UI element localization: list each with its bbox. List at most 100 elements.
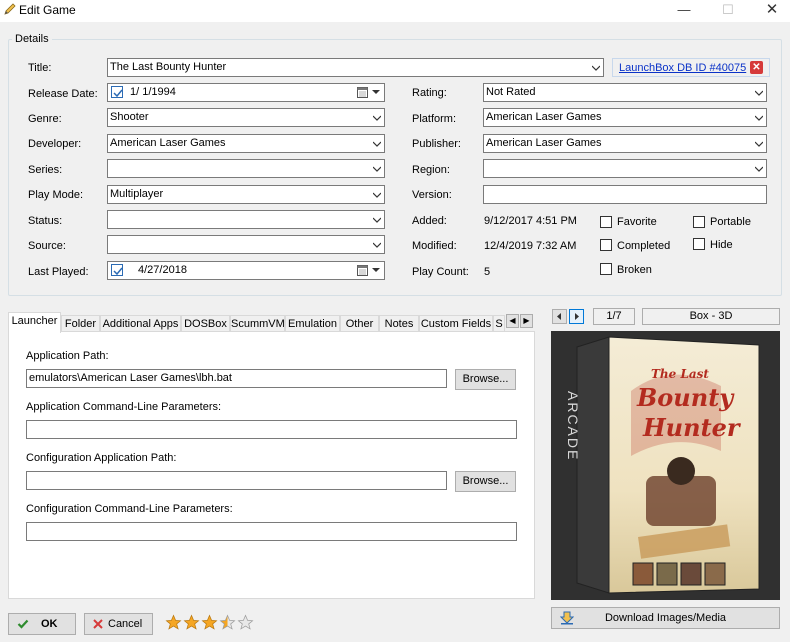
genre-combo[interactable]: Shooter: [107, 108, 385, 127]
prev-image-button[interactable]: [552, 309, 567, 324]
box-art-image: ARCADE The Last Bounty Hunter: [551, 331, 780, 600]
tab-dosbox[interactable]: DOSBox: [181, 315, 230, 332]
arrow-right-icon: [575, 313, 579, 320]
genre-value: Shooter: [110, 111, 149, 123]
region-combo[interactable]: [483, 159, 767, 178]
minimize-button[interactable]: —: [662, 0, 706, 22]
ok-button[interactable]: OK: [8, 613, 76, 635]
release-date-value: 1/ 1/1994: [130, 86, 176, 98]
platform-combo[interactable]: American Laser Games: [483, 108, 767, 127]
play-mode-combo[interactable]: Multiplayer: [107, 185, 385, 204]
rating-label: Rating:: [412, 87, 447, 99]
tab-custom-fields[interactable]: Custom Fields: [419, 315, 493, 332]
tab-emulation[interactable]: Emulation: [285, 315, 340, 332]
rating-value: Not Rated: [486, 86, 536, 98]
next-image-button[interactable]: [569, 309, 584, 324]
edit-pencil-icon: [4, 3, 16, 15]
rating-combo[interactable]: Not Rated: [483, 83, 767, 102]
tab-scroll-left-icon[interactable]: ◀: [506, 314, 519, 328]
app-path-browse-button[interactable]: Browse...: [455, 369, 516, 390]
checkmark-icon: [17, 619, 29, 629]
details-group-label: Details: [12, 33, 52, 45]
broken-checkbox[interactable]: [600, 263, 612, 275]
play-count-label: Play Count:: [412, 266, 469, 278]
title-value: The Last Bounty Hunter: [110, 61, 227, 73]
maximize-button[interactable]: ☐: [706, 0, 750, 22]
star-half-icon[interactable]: [219, 614, 236, 631]
tab-additional-apps[interactable]: Additional Apps: [100, 315, 181, 332]
last-played-value: 4/27/2018: [138, 264, 187, 276]
series-combo[interactable]: [107, 159, 385, 178]
play-mode-label: Play Mode:: [28, 189, 84, 201]
portable-checkbox[interactable]: [693, 216, 705, 228]
added-value: 9/12/2017 4:51 PM: [484, 215, 577, 227]
dropdown-arrow-icon: [372, 90, 380, 94]
developer-combo[interactable]: American Laser Games: [107, 134, 385, 153]
version-input[interactable]: [483, 185, 767, 204]
config-cmdline-input[interactable]: [26, 522, 517, 541]
title-bar: Edit Game — ☐ ✕: [0, 0, 790, 22]
publisher-combo[interactable]: American Laser Games: [483, 134, 767, 153]
star-empty-icon[interactable]: [237, 614, 254, 631]
source-combo[interactable]: [107, 235, 385, 254]
favorite-label: Favorite: [617, 216, 657, 228]
tab-notes[interactable]: Notes: [379, 315, 419, 332]
modified-value: 12/4/2019 7:32 AM: [484, 240, 577, 252]
app-path-label: Application Path:: [26, 350, 109, 362]
version-label: Version:: [412, 189, 452, 201]
chevron-down-icon: [755, 115, 763, 121]
close-button[interactable]: ✕: [750, 0, 790, 22]
box-spine-text: ARCADE: [565, 391, 581, 462]
modified-label: Modified:: [412, 240, 457, 252]
chevron-down-icon: [373, 166, 381, 172]
star-full-icon[interactable]: [183, 614, 200, 631]
play-mode-value: Multiplayer: [110, 188, 164, 200]
release-date-checkbox[interactable]: [111, 86, 123, 98]
download-icon: [560, 611, 574, 625]
tab-overflow[interactable]: S: [493, 315, 505, 332]
cmdline-input[interactable]: [26, 420, 517, 439]
last-played-checkbox[interactable]: [111, 264, 123, 276]
last-played-picker[interactable]: 4/27/2018: [107, 261, 385, 280]
config-cmdline-label: Configuration Command-Line Parameters:: [26, 503, 233, 515]
hide-checkbox[interactable]: [693, 238, 705, 250]
app-path-input[interactable]: emulators\American Laser Games\lbh.bat: [26, 369, 447, 388]
image-type-selector[interactable]: Box - 3D: [642, 308, 780, 325]
added-label: Added:: [412, 215, 447, 227]
star-full-icon[interactable]: [165, 614, 182, 631]
status-label: Status:: [28, 215, 63, 227]
platform-value: American Laser Games: [486, 111, 602, 123]
ok-label: OK: [41, 618, 58, 630]
calendar-icon: [357, 87, 368, 98]
cancel-button[interactable]: Cancel: [84, 613, 153, 635]
chevron-down-icon: [373, 141, 381, 147]
last-played-label: Last Played:: [28, 266, 89, 278]
cancel-x-icon: [93, 619, 103, 629]
config-path-label: Configuration Application Path:: [26, 452, 177, 464]
config-path-input[interactable]: [26, 471, 447, 490]
favorite-checkbox[interactable]: [600, 216, 612, 228]
release-date-label: Release Date:: [28, 88, 98, 100]
platform-label: Platform:: [412, 113, 457, 125]
chevron-down-icon: [373, 192, 381, 198]
portable-label: Portable: [710, 216, 751, 228]
release-date-picker[interactable]: 1/ 1/1994: [107, 83, 385, 102]
remove-db-link-icon[interactable]: ✕: [750, 61, 763, 74]
title-combo[interactable]: The Last Bounty Hunter: [107, 58, 604, 77]
star-full-icon[interactable]: [201, 614, 218, 631]
status-combo[interactable]: [107, 210, 385, 229]
tab-launcher[interactable]: Launcher: [8, 312, 61, 333]
chevron-down-icon: [373, 217, 381, 223]
tab-scroll-right-icon[interactable]: ▶: [520, 314, 533, 328]
chevron-down-icon: [755, 166, 763, 172]
tab-other[interactable]: Other: [340, 315, 379, 332]
title-label: Title:: [28, 62, 52, 74]
tab-folder[interactable]: Folder: [61, 315, 100, 332]
tab-scummvm[interactable]: ScummVM: [230, 315, 285, 332]
image-counter: 1/7: [593, 308, 635, 325]
completed-checkbox[interactable]: [600, 239, 612, 251]
launchbox-db-link[interactable]: LaunchBox DB ID #40075: [619, 62, 746, 74]
chevron-down-icon: [755, 90, 763, 96]
download-media-button[interactable]: Download Images/Media: [551, 607, 780, 629]
config-path-browse-button[interactable]: Browse...: [455, 471, 516, 492]
